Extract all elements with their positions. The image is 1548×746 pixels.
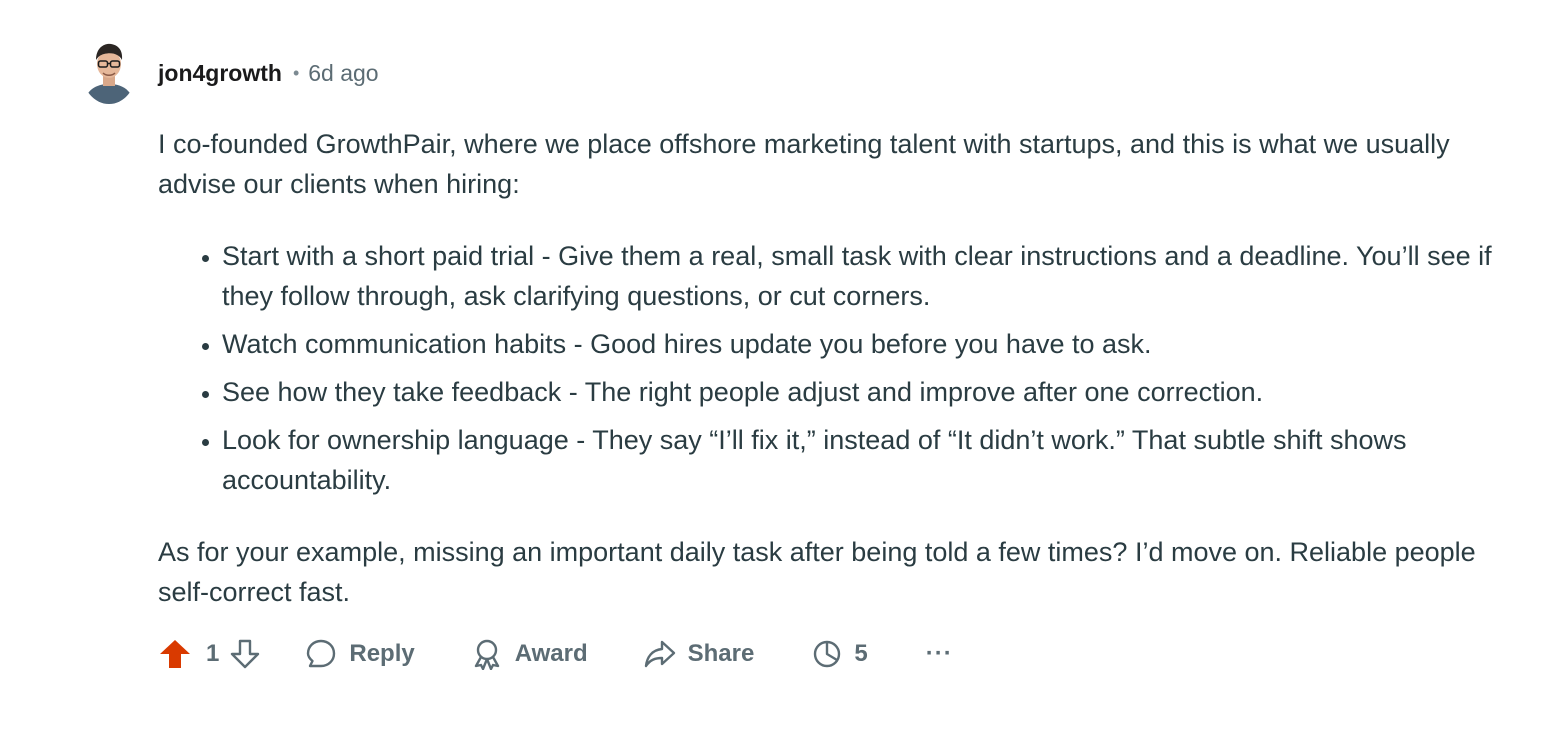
- insights-pie-icon: [814, 640, 841, 668]
- intro-paragraph: I co-founded GrowthPair, where we place …: [158, 124, 1528, 204]
- reply-label: Reply: [349, 640, 415, 667]
- timestamp[interactable]: 6d ago: [308, 60, 378, 87]
- downvote-button[interactable]: [229, 638, 261, 670]
- insights-count: 5: [854, 640, 868, 667]
- paragraph-text: where we place: [456, 129, 660, 159]
- more-options-icon: ···: [925, 640, 953, 667]
- insights-button[interactable]: 5: [812, 639, 868, 669]
- reply-button[interactable]: Reply: [305, 638, 415, 670]
- comment-body: I co-founded GrowthPair, where we place …: [158, 124, 1528, 612]
- list-item: Look for ownership language - They say “…: [222, 420, 1528, 500]
- award-label: Award: [514, 640, 588, 667]
- avatar[interactable]: [82, 40, 136, 104]
- closing-paragraph: As for your example, missing an importan…: [158, 537, 1476, 607]
- author-name[interactable]: jon4growth: [158, 60, 282, 87]
- meta-separator: •: [292, 62, 300, 83]
- upvote-button[interactable]: [158, 638, 192, 670]
- more-options-button[interactable]: ···: [926, 640, 953, 668]
- award-icon: [474, 639, 499, 670]
- share-button[interactable]: Share: [644, 638, 755, 670]
- list-item: Start with a short paid trial - Give the…: [222, 236, 1528, 316]
- upvote-icon: [160, 640, 190, 668]
- list-item: See how they take feedback - The right p…: [222, 372, 1528, 412]
- avatar-image: [82, 40, 136, 104]
- award-button[interactable]: Award: [471, 638, 588, 670]
- advice-list: Start with a short paid trial - Give the…: [158, 236, 1528, 500]
- vote-count: 1: [206, 640, 220, 667]
- highlighted-text: I co-founded GrowthPair,: [158, 129, 457, 159]
- comment-bubble-icon: [307, 639, 336, 668]
- downvote-icon: [231, 639, 260, 669]
- share-label: Share: [687, 640, 755, 667]
- comment-actions: 1 Reply Award Share 5 ···: [158, 632, 953, 676]
- list-item: Watch communication habits - Good hires …: [222, 324, 1528, 364]
- comment-meta: jon4growth • 6d ago: [158, 58, 379, 88]
- highlighted-text: offshore marketing talent: [659, 129, 956, 159]
- share-icon: [644, 640, 675, 668]
